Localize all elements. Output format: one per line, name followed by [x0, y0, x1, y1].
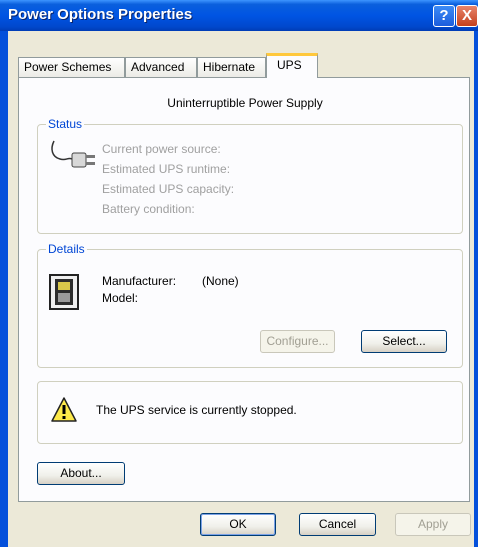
window-frame-right — [474, 31, 478, 547]
close-button[interactable]: X — [456, 5, 478, 27]
details-group: Details Manufacturer: (None) Model: Conf… — [37, 242, 463, 368]
help-icon: ? — [439, 7, 449, 24]
page-heading: Uninterruptible Power Supply — [167, 96, 323, 110]
select-button[interactable]: Select... — [361, 330, 447, 353]
tab-advanced[interactable]: Advanced — [125, 57, 197, 77]
about-button[interactable]: About... — [37, 462, 125, 485]
battery-condition-label: Battery condition: — [102, 202, 195, 216]
window-title: Power Options Properties — [8, 6, 193, 23]
window-frame-left — [0, 31, 8, 547]
estimated-capacity-label: Estimated UPS capacity: — [102, 182, 235, 196]
tab-ups[interactable]: UPS — [266, 53, 318, 78]
tab-panel-ups: Uninterruptible Power Supply Status Curr… — [18, 77, 470, 502]
title-bar[interactable]: Power Options Properties ? X — [0, 0, 478, 31]
details-group-label: Details — [46, 242, 87, 256]
help-button[interactable]: ? — [433, 5, 455, 27]
service-stopped-message: The UPS service is currently stopped. — [96, 403, 297, 417]
service-status-group: The UPS service is currently stopped. — [37, 381, 463, 444]
dialog-window: Power Options Properties ? X Power Schem… — [0, 0, 478, 547]
power-plug-icon — [51, 140, 95, 168]
tab-power-schemes[interactable]: Power Schemes — [18, 57, 125, 77]
manufacturer-value: (None) — [202, 274, 239, 288]
apply-button[interactable]: Apply — [395, 513, 471, 536]
manufacturer-label: Manufacturer: — [102, 274, 177, 288]
warning-icon — [51, 397, 77, 422]
status-group: Status Current power source: Estimated U… — [37, 117, 463, 234]
tab-hibernate[interactable]: Hibernate — [197, 57, 266, 77]
ups-device-icon — [49, 274, 79, 310]
close-icon: X — [461, 7, 472, 24]
current-power-source-label: Current power source: — [102, 142, 221, 156]
status-group-label: Status — [46, 117, 85, 131]
model-label: Model: — [102, 291, 139, 305]
configure-button[interactable]: Configure... — [260, 330, 335, 353]
ok-button[interactable]: OK — [200, 513, 276, 536]
cancel-button[interactable]: Cancel — [299, 513, 376, 536]
estimated-runtime-label: Estimated UPS runtime: — [102, 162, 231, 176]
